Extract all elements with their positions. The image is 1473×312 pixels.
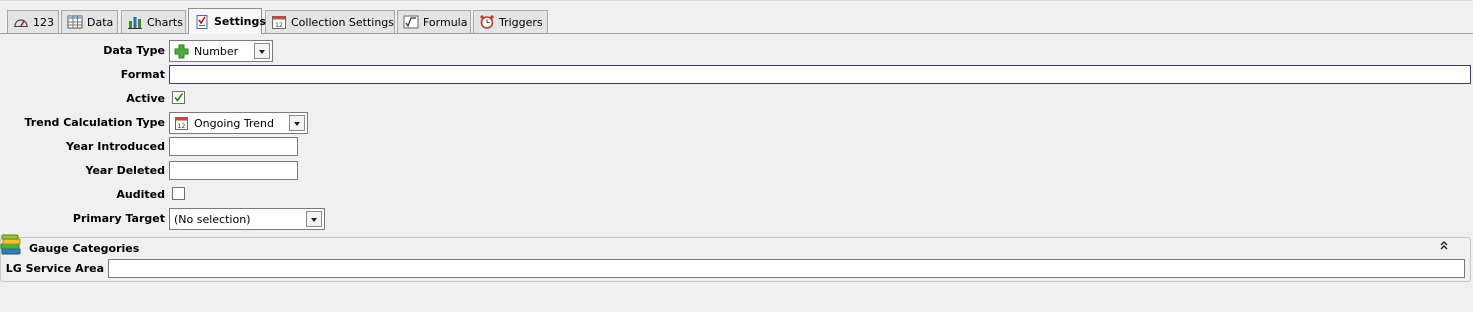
year-introduced-input[interactable] (169, 137, 298, 156)
checklist-icon (194, 14, 210, 29)
books-stack-icon (0, 234, 22, 256)
tab-collection-settings[interactable]: 12 Collection Settings (265, 10, 395, 33)
format-label: Format (120, 68, 165, 81)
svg-text:12: 12 (178, 123, 186, 130)
green-plus-icon (174, 44, 189, 59)
chevron-down-icon[interactable] (289, 115, 305, 131)
tab-label: Settings (214, 15, 266, 28)
gauge-categories-title: Gauge Categories (29, 242, 140, 255)
checkmark-icon (174, 93, 184, 102)
primary-target-select[interactable]: (No selection) (169, 208, 325, 230)
format-input[interactable] (169, 65, 1471, 84)
lg-service-area-input[interactable] (108, 259, 1465, 278)
tab-formula[interactable]: Formula (397, 10, 471, 33)
tab-123[interactable]: 123 (7, 10, 59, 33)
alarm-clock-icon (479, 15, 495, 29)
tab-charts[interactable]: Charts (121, 10, 186, 33)
primary-target-value: (No selection) (174, 212, 251, 226)
year-deleted-label: Year Deleted (85, 164, 165, 177)
trend-calculation-type-select[interactable]: 12 Ongoing Trend (169, 112, 308, 134)
tab-label: 123 (33, 15, 54, 29)
chevron-down-icon[interactable] (306, 211, 322, 227)
svg-text:12: 12 (275, 22, 283, 29)
sqrt-formula-icon (403, 15, 419, 29)
active-checkbox[interactable] (172, 91, 185, 104)
gauge-icon (13, 15, 29, 29)
tab-label: Triggers (499, 15, 543, 29)
audited-label: Audited (116, 188, 165, 201)
year-introduced-label: Year Introduced (66, 140, 165, 153)
trend-calculation-type-value: Ongoing Trend (194, 116, 274, 130)
lg-service-area-label: LG Service Area (5, 262, 104, 275)
data-type-label: Data Type (103, 44, 165, 57)
double-chevron-up-icon[interactable] (1439, 240, 1449, 250)
chevron-down-icon[interactable] (254, 43, 270, 59)
data-type-value: Number (194, 44, 239, 58)
table-grid-icon (67, 15, 83, 29)
tab-label: Collection Settings (291, 15, 395, 29)
trend-calculation-type-label: Trend Calculation Type (24, 116, 165, 129)
data-type-select[interactable]: Number (169, 40, 273, 62)
tab-triggers[interactable]: Triggers (473, 10, 548, 33)
tab-label: Data (87, 15, 114, 29)
calendar-icon: 12 (271, 15, 287, 29)
audited-checkbox[interactable] (172, 187, 185, 200)
tab-strip: 123 Data Charts Settings 12 Collection S… (0, 0, 1473, 34)
primary-target-label: Primary Target (72, 212, 165, 225)
calendar-icon: 12 (174, 116, 189, 131)
bar-chart-icon (127, 15, 143, 29)
tab-data[interactable]: Data (61, 10, 118, 33)
tab-label: Charts (147, 15, 183, 29)
year-deleted-input[interactable] (169, 161, 298, 180)
active-label: Active (126, 92, 165, 105)
tab-settings[interactable]: Settings (188, 8, 266, 34)
tab-label: Formula (423, 15, 468, 29)
